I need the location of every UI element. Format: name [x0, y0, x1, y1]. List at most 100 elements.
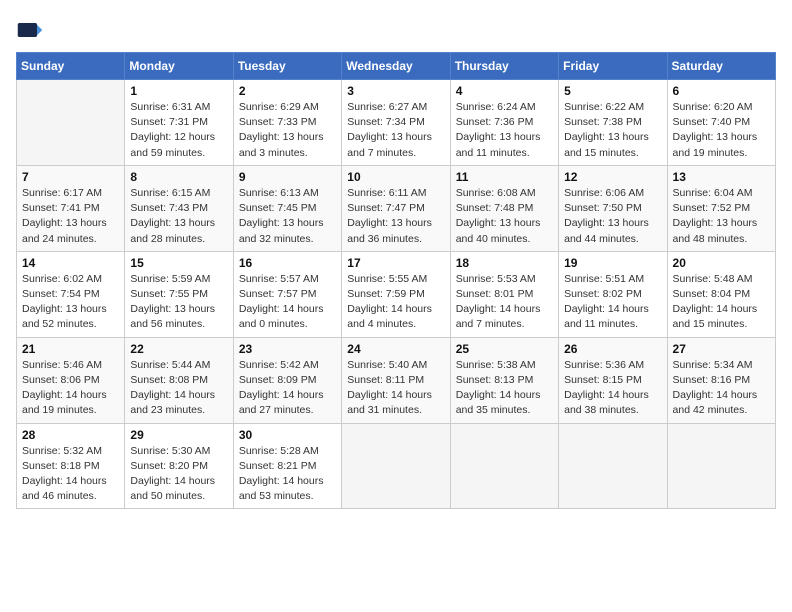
calendar-cell: 14 Sunrise: 6:02 AMSunset: 7:54 PMDayligh…: [17, 251, 125, 337]
weekday-header-tuesday: Tuesday: [233, 53, 341, 80]
calendar-cell: 4 Sunrise: 6:24 AMSunset: 7:36 PMDaylight…: [450, 80, 558, 166]
calendar-cell: 2 Sunrise: 6:29 AMSunset: 7:33 PMDaylight…: [233, 80, 341, 166]
day-number: 1: [130, 84, 227, 98]
weekday-header-monday: Monday: [125, 53, 233, 80]
day-detail: Sunrise: 5:55 AMSunset: 7:59 PMDaylight:…: [347, 272, 444, 333]
day-number: 5: [564, 84, 661, 98]
calendar-cell: [450, 423, 558, 509]
calendar-cell: 30 Sunrise: 5:28 AMSunset: 8:21 PMDayligh…: [233, 423, 341, 509]
day-detail: Sunrise: 5:34 AMSunset: 8:16 PMDaylight:…: [673, 358, 770, 419]
calendar-cell: 24Sunrise: 5:40 AMSunset: 8:11 PMDayligh…: [342, 337, 450, 423]
day-number: 8: [130, 170, 227, 184]
day-number: 14: [22, 256, 119, 270]
day-detail: Sunrise: 6:13 AMSunset: 7:45 PMDaylight:…: [239, 186, 336, 247]
calendar-cell: 21Sunrise: 5:46 AMSunset: 8:06 PMDayligh…: [17, 337, 125, 423]
day-number: 17: [347, 256, 444, 270]
calendar-week-row: 14 Sunrise: 6:02 AMSunset: 7:54 PMDayligh…: [17, 251, 776, 337]
day-detail: Sunrise: 5:44 AMSunset: 8:08 PMDaylight:…: [130, 358, 227, 419]
logo-icon: [16, 16, 44, 44]
calendar-cell: [17, 80, 125, 166]
day-detail: Sunrise: 6:17 AMSunset: 7:41 PMDaylight:…: [22, 186, 119, 247]
calendar-cell: 29Sunrise: 5:30 AMSunset: 8:20 PMDayligh…: [125, 423, 233, 509]
day-detail: Sunrise: 5:59 AMSunset: 7:55 PMDaylight:…: [130, 272, 227, 333]
day-number: 12: [564, 170, 661, 184]
day-number: 11: [456, 170, 553, 184]
calendar-cell: [342, 423, 450, 509]
calendar-cell: 28 Sunrise: 5:32 AMSunset: 8:18 PMDayligh…: [17, 423, 125, 509]
logo: [16, 16, 48, 44]
day-number: 18: [456, 256, 553, 270]
day-detail: Sunrise: 6:22 AMSunset: 7:38 PMDaylight:…: [564, 100, 661, 161]
day-number: 4: [456, 84, 553, 98]
calendar-cell: 10 Sunrise: 6:11 AMSunset: 7:47 PMDayligh…: [342, 165, 450, 251]
day-detail: Sunrise: 5:46 AMSunset: 8:06 PMDaylight:…: [22, 358, 119, 419]
day-detail: Sunrise: 5:38 AMSunset: 8:13 PMDaylight:…: [456, 358, 553, 419]
calendar-week-row: 7 Sunrise: 6:17 AMSunset: 7:41 PMDaylight…: [17, 165, 776, 251]
calendar-cell: 20 Sunrise: 5:48 AMSunset: 8:04 PMDayligh…: [667, 251, 775, 337]
day-number: 6: [673, 84, 770, 98]
calendar-cell: 13 Sunrise: 6:04 AMSunset: 7:52 PMDayligh…: [667, 165, 775, 251]
day-detail: Sunrise: 5:40 AMSunset: 8:11 PMDaylight:…: [347, 358, 444, 419]
day-detail: Sunrise: 6:15 AMSunset: 7:43 PMDaylight:…: [130, 186, 227, 247]
day-detail: Sunrise: 6:31 AMSunset: 7:31 PMDaylight:…: [130, 100, 227, 161]
day-number: 9: [239, 170, 336, 184]
calendar-cell: 23Sunrise: 5:42 AMSunset: 8:09 PMDayligh…: [233, 337, 341, 423]
calendar-cell: 18 Sunrise: 5:53 AMSunset: 8:01 PMDayligh…: [450, 251, 558, 337]
day-number: 30: [239, 428, 336, 442]
day-detail: Sunrise: 5:30 AMSunset: 8:20 PMDaylight:…: [130, 444, 227, 505]
calendar-week-row: 21Sunrise: 5:46 AMSunset: 8:06 PMDayligh…: [17, 337, 776, 423]
calendar-cell: 8 Sunrise: 6:15 AMSunset: 7:43 PMDaylight…: [125, 165, 233, 251]
day-number: 13: [673, 170, 770, 184]
day-number: 25: [456, 342, 553, 356]
day-detail: Sunrise: 5:57 AMSunset: 7:57 PMDaylight:…: [239, 272, 336, 333]
day-detail: Sunrise: 6:20 AMSunset: 7:40 PMDaylight:…: [673, 100, 770, 161]
day-number: 20: [673, 256, 770, 270]
calendar-cell: 5 Sunrise: 6:22 AMSunset: 7:38 PMDaylight…: [559, 80, 667, 166]
weekday-header-wednesday: Wednesday: [342, 53, 450, 80]
day-number: 7: [22, 170, 119, 184]
day-detail: Sunrise: 6:06 AMSunset: 7:50 PMDaylight:…: [564, 186, 661, 247]
calendar-cell: 27Sunrise: 5:34 AMSunset: 8:16 PMDayligh…: [667, 337, 775, 423]
day-detail: Sunrise: 5:53 AMSunset: 8:01 PMDaylight:…: [456, 272, 553, 333]
weekday-header-friday: Friday: [559, 53, 667, 80]
calendar-cell: 6 Sunrise: 6:20 AMSunset: 7:40 PMDaylight…: [667, 80, 775, 166]
calendar-cell: [667, 423, 775, 509]
calendar-cell: 16 Sunrise: 5:57 AMSunset: 7:57 PMDayligh…: [233, 251, 341, 337]
day-number: 16: [239, 256, 336, 270]
day-detail: Sunrise: 5:28 AMSunset: 8:21 PMDaylight:…: [239, 444, 336, 505]
day-number: 19: [564, 256, 661, 270]
calendar-cell: 25 Sunrise: 5:38 AMSunset: 8:13 PMDayligh…: [450, 337, 558, 423]
day-detail: Sunrise: 6:27 AMSunset: 7:34 PMDaylight:…: [347, 100, 444, 161]
calendar-week-row: 1 Sunrise: 6:31 AMSunset: 7:31 PMDaylight…: [17, 80, 776, 166]
weekday-header-sunday: Sunday: [17, 53, 125, 80]
calendar-cell: 26Sunrise: 5:36 AMSunset: 8:15 PMDayligh…: [559, 337, 667, 423]
calendar-table: SundayMondayTuesdayWednesdayThursdayFrid…: [16, 52, 776, 509]
calendar-cell: 3Sunrise: 6:27 AMSunset: 7:34 PMDaylight…: [342, 80, 450, 166]
weekday-header-thursday: Thursday: [450, 53, 558, 80]
day-number: 28: [22, 428, 119, 442]
day-detail: Sunrise: 5:32 AMSunset: 8:18 PMDaylight:…: [22, 444, 119, 505]
calendar-cell: 12 Sunrise: 6:06 AMSunset: 7:50 PMDayligh…: [559, 165, 667, 251]
calendar-cell: 22 Sunrise: 5:44 AMSunset: 8:08 PMDayligh…: [125, 337, 233, 423]
page-header: [16, 16, 776, 44]
day-number: 15: [130, 256, 227, 270]
day-detail: Sunrise: 6:02 AMSunset: 7:54 PMDaylight:…: [22, 272, 119, 333]
day-detail: Sunrise: 6:11 AMSunset: 7:47 PMDaylight:…: [347, 186, 444, 247]
calendar-cell: 15 Sunrise: 5:59 AMSunset: 7:55 PMDayligh…: [125, 251, 233, 337]
calendar-cell: 7 Sunrise: 6:17 AMSunset: 7:41 PMDaylight…: [17, 165, 125, 251]
day-number: 26: [564, 342, 661, 356]
calendar-cell: 19 Sunrise: 5:51 AMSunset: 8:02 PMDayligh…: [559, 251, 667, 337]
day-detail: Sunrise: 5:51 AMSunset: 8:02 PMDaylight:…: [564, 272, 661, 333]
calendar-cell: [559, 423, 667, 509]
day-detail: Sunrise: 6:04 AMSunset: 7:52 PMDaylight:…: [673, 186, 770, 247]
day-detail: Sunrise: 6:29 AMSunset: 7:33 PMDaylight:…: [239, 100, 336, 161]
day-number: 22: [130, 342, 227, 356]
weekday-header-saturday: Saturday: [667, 53, 775, 80]
day-number: 10: [347, 170, 444, 184]
day-detail: Sunrise: 5:48 AMSunset: 8:04 PMDaylight:…: [673, 272, 770, 333]
day-number: 2: [239, 84, 336, 98]
day-detail: Sunrise: 6:24 AMSunset: 7:36 PMDaylight:…: [456, 100, 553, 161]
calendar-week-row: 28 Sunrise: 5:32 AMSunset: 8:18 PMDayligh…: [17, 423, 776, 509]
calendar-cell: 17 Sunrise: 5:55 AMSunset: 7:59 PMDayligh…: [342, 251, 450, 337]
calendar-header-row: SundayMondayTuesdayWednesdayThursdayFrid…: [17, 53, 776, 80]
